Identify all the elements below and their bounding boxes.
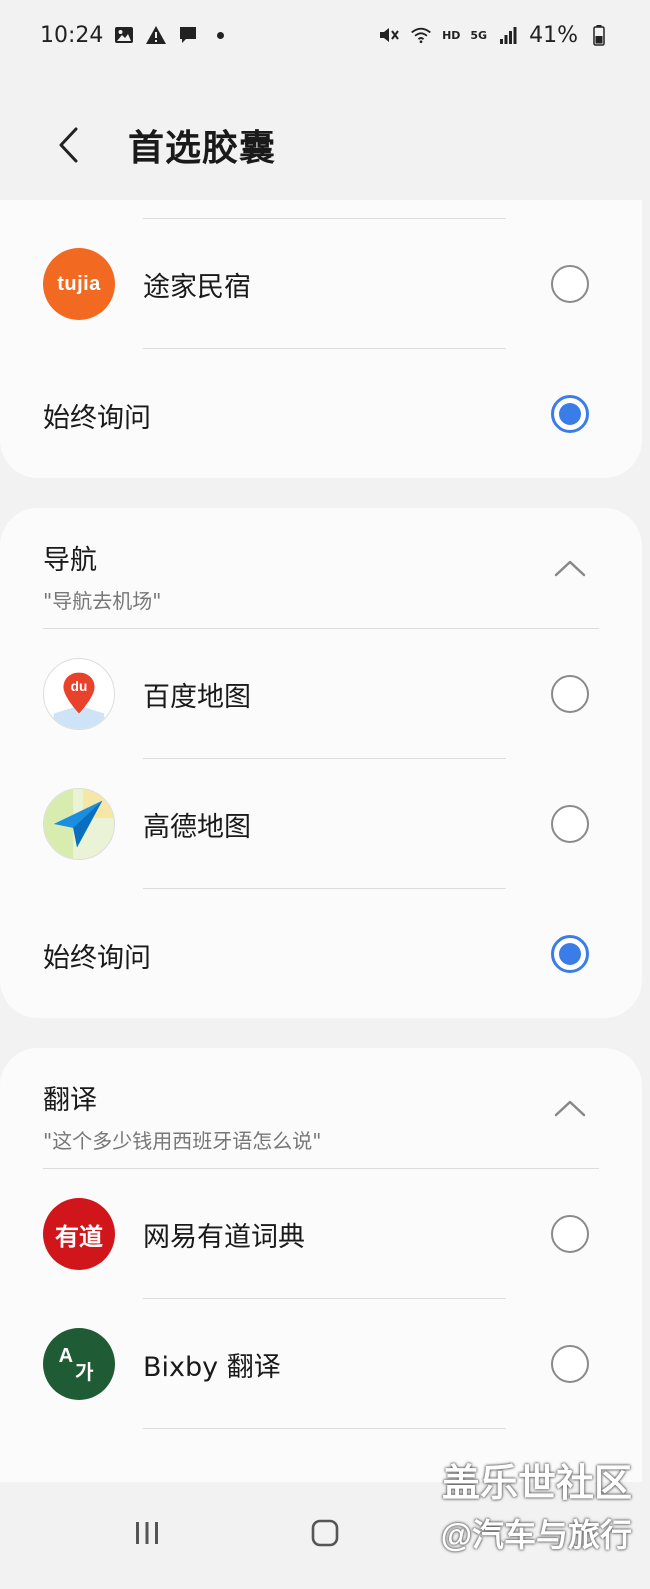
battery-percent: 41% [529,22,578,48]
section-subtitle: "导航去机场" [43,589,162,613]
message-icon [177,24,199,46]
recent-apps-button[interactable] [122,1508,172,1558]
map-pin-icon: du [53,672,105,729]
notification-dot-icon [217,31,225,39]
network-label: 5G [470,28,488,42]
baidu-map-app-icon: du [43,658,115,730]
status-right: HD 5G 41% [378,23,610,48]
chevron-up-icon [554,1100,586,1117]
option-label: 高德地图 [143,811,251,843]
page-title: 首选胶囊 [128,128,277,169]
back-arrow-icon [59,127,78,163]
section-header-navigation: 导航 "导航去机场" [43,538,161,614]
option-label: 始终询问 [43,402,151,434]
mute-icon [378,24,400,46]
bixby-icon-letter: A [58,1344,74,1367]
youdao-icon-text: 有道 [55,1222,103,1251]
section-title: 翻译 [43,1085,97,1116]
chevron-up-icon [554,560,586,577]
status-time: 10:24 [40,22,104,48]
recent-apps-icon [136,1522,158,1544]
radio-button[interactable] [551,1345,589,1383]
bixby-icon-hangul: 가 [75,1359,94,1384]
wifi-icon [410,24,432,46]
home-icon [311,1519,339,1547]
option-label: 百度地图 [143,681,251,713]
radio-button[interactable] [551,1215,589,1253]
option-row-youdao[interactable]: 有道 网易有道词典 [0,1198,642,1270]
paper-plane-icon [44,789,114,859]
baidu-icon-text: du [71,679,88,694]
option-label: 途家民宿 [143,271,251,303]
option-row-amap[interactable]: 高德地图 [0,788,642,860]
signal-icon [497,24,519,46]
section-title: 导航 [43,545,97,576]
option-row-always-ask[interactable]: 始终询问 [0,930,642,980]
warning-icon [145,24,167,46]
youdao-app-icon: 有道 [43,1198,115,1270]
bixby-translate-app-icon: A 가 [43,1328,115,1400]
tujia-app-icon: tujia [43,248,115,320]
radio-button[interactable] [551,675,589,713]
option-row-bixby-translate[interactable]: A 가 Bixby 翻译 [0,1328,642,1400]
divider [143,348,506,349]
back-button[interactable] [38,115,98,175]
divider [143,758,506,759]
status-bar: 10:24 HD 5G 41% [0,0,650,70]
amap-app-icon [43,788,115,860]
divider [143,888,506,889]
option-row-tujia[interactable]: tujia 途家民宿 [0,248,642,320]
divider [43,628,599,629]
translation-card: 翻译 "这个多少钱用西班牙语怎么说" 有道 网易有道词典 A 가 Bixby 翻… [0,1048,642,1498]
home-button[interactable] [300,1508,350,1558]
watermark-handle: @汽车与旅行 [440,1517,632,1553]
divider [43,1168,599,1169]
page-header: 首选胶囊 [0,100,650,190]
divider [143,218,506,219]
top-group-card: tujia 途家民宿 始终询问 [0,200,642,478]
option-label: 始终询问 [43,942,151,974]
divider [143,1298,506,1299]
option-label: 网易有道词典 [143,1221,305,1253]
tujia-icon-text: tujia [57,272,101,295]
hd-label: HD [442,28,461,42]
navigation-card: 导航 "导航去机场" du 百度地图 高德地图 始终询问 [0,508,642,1018]
section-subtitle: "这个多少钱用西班牙语怎么说" [43,1129,322,1153]
radio-button[interactable] [551,805,589,843]
status-left: 10:24 [40,22,225,48]
option-row-always-ask[interactable]: 始终询问 [0,390,642,440]
collapse-button[interactable] [546,544,594,592]
option-row-baidu-map[interactable]: du 百度地图 [0,658,642,730]
radio-button-selected[interactable] [551,395,589,433]
battery-icon [588,24,610,46]
collapse-button[interactable] [546,1084,594,1132]
radio-button[interactable] [551,265,589,303]
watermark-title: 盖乐世社区 [441,1463,632,1505]
section-header-translation: 翻译 "这个多少钱用西班牙语怎么说" [43,1078,321,1154]
gallery-icon [113,24,135,46]
option-label: Bixby 翻译 [143,1351,281,1383]
radio-button-selected[interactable] [551,935,589,973]
divider [143,1428,506,1429]
